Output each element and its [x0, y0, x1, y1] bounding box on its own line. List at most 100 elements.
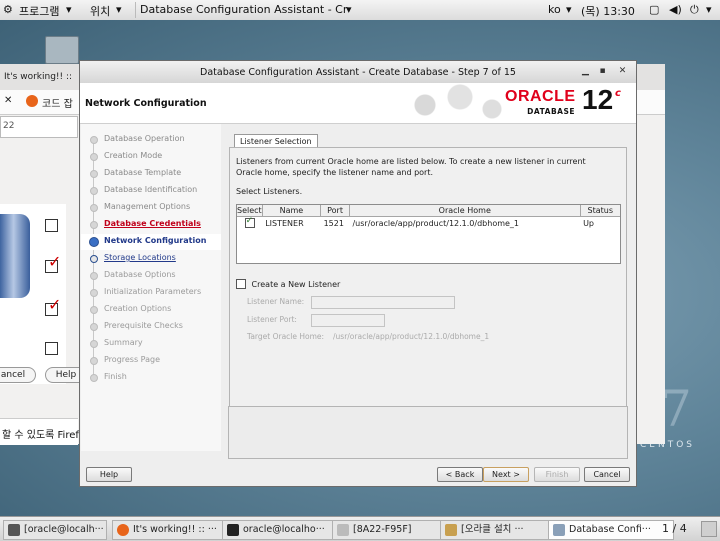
column-header-port[interactable]: Port — [320, 205, 350, 217]
taskbar-item-dbca[interactable]: Database Confi··· — [548, 520, 674, 540]
applications-chevron-icon[interactable]: ▾ — [66, 3, 72, 16]
column-header-name[interactable]: Name — [262, 205, 322, 217]
home-folder-icon[interactable] — [45, 36, 79, 64]
terminal-icon — [227, 524, 239, 536]
nav-step-label: Management Options — [104, 202, 191, 211]
column-header-status[interactable]: Status — [580, 205, 620, 217]
nav-step-label: Creation Options — [104, 304, 172, 313]
bg-cancel-button[interactable]: ancel — [0, 367, 36, 383]
taskbar-item-label: [오라클 설치 ··· — [461, 524, 524, 535]
power-icon[interactable]: ⏻ — [690, 3, 699, 17]
dialog-title: Database Configuration Assistant - Creat… — [200, 67, 516, 78]
nav-step-network-configuration[interactable]: Network Configuration — [81, 234, 221, 250]
step-indicator-icon — [90, 136, 98, 144]
listener-port-field[interactable] — [311, 314, 385, 327]
help-button[interactable]: Help — [86, 467, 132, 482]
taskbar-item-terminal[interactable]: [oracle@localh··· — [3, 520, 107, 540]
firefox-icon — [117, 524, 129, 536]
step-indicator-icon — [90, 374, 98, 382]
listener-name-field[interactable] — [311, 296, 455, 309]
workspace-pager[interactable]: 1 / 4 — [662, 522, 687, 535]
close-tab-icon[interactable]: ✕ — [4, 95, 12, 106]
nav-step-prerequisite-checks: Prerequisite Checks — [81, 319, 221, 335]
taskbar-item-browser[interactable]: It's working!! :: ··· — [112, 520, 228, 540]
dialog-titlebar[interactable]: Database Configuration Assistant - Creat… — [80, 61, 636, 84]
oracle-brand: ORACLE — [505, 88, 576, 105]
taskbar-item-label: [oracle@localh··· — [24, 524, 104, 535]
nav-step-summary: Summary — [81, 336, 221, 352]
taskbar-item-window[interactable]: [8A22-F95F] — [332, 520, 454, 540]
applications-menu[interactable]: 프로그램 — [19, 3, 59, 19]
nav-step-label: Database Options — [104, 270, 176, 279]
nav-step-database-options: Database Options — [81, 268, 221, 284]
create-new-listener-checkbox[interactable] — [236, 279, 246, 289]
message-panel — [228, 406, 628, 459]
nav-step-storage-locations[interactable]: Storage Locations — [81, 251, 221, 267]
illustration-checkbox-checked — [45, 295, 61, 316]
nav-step-label: Initialization Parameters — [104, 287, 202, 296]
nav-step-label: Network Configuration — [104, 236, 207, 245]
close-icon[interactable]: ✕ — [617, 66, 628, 77]
content-area: Listener Selection Listeners from curren… — [227, 124, 631, 452]
network-icon[interactable]: ▢ — [649, 3, 659, 16]
step-indicator-icon — [90, 306, 98, 314]
nav-step-database-operation[interactable]: Database Operation — [81, 132, 221, 148]
listener-select-checkbox[interactable] — [244, 216, 255, 228]
listener-description: Listeners from current Oracle home are l… — [236, 157, 586, 177]
nav-step-progress-page: Progress Page — [81, 353, 221, 369]
nav-step-label: Database Template — [104, 168, 182, 177]
apps-icon[interactable]: ⚙ — [3, 3, 13, 16]
finish-button[interactable]: Finish — [534, 467, 580, 482]
nav-step-database-credentials[interactable]: Database Credentials — [81, 217, 221, 233]
step-indicator-icon — [90, 323, 98, 331]
url-bar[interactable]: 22 — [0, 116, 78, 138]
column-header-select[interactable]: Select — [237, 205, 263, 217]
nav-step-creation-options: Creation Options — [81, 302, 221, 318]
nav-step-database-template[interactable]: Database Template — [81, 166, 221, 182]
show-desktop-icon[interactable] — [701, 521, 717, 537]
nav-step-label: Creation Mode — [104, 151, 163, 160]
nav-step-management-options[interactable]: Management Options — [81, 200, 221, 216]
step-title: Network Configuration — [85, 98, 207, 109]
column-header-oracle-home[interactable]: Oracle Home — [349, 205, 581, 217]
clock[interactable]: (목) 13:30 — [581, 3, 635, 19]
browser-tab-2[interactable]: 코드 잡 — [42, 95, 73, 110]
window-chevron-icon[interactable]: ▾ — [346, 3, 352, 16]
oracle-logo: ORACLE DATABASE — [505, 88, 575, 116]
database-cylinder-icon — [0, 214, 30, 298]
nav-step-database-identification[interactable]: Database Identification — [81, 183, 221, 199]
taskbar-item-label: Database Confi··· — [569, 524, 651, 535]
volume-icon[interactable]: ◀) — [669, 3, 682, 16]
power-chevron-icon[interactable]: ▾ — [706, 3, 712, 16]
back-button[interactable]: < Back — [437, 467, 483, 482]
minimize-icon[interactable]: ▁ — [580, 66, 591, 77]
nav-step-label: Database Credentials — [104, 219, 201, 228]
nav-step-creation-mode[interactable]: Creation Mode — [81, 149, 221, 165]
maximize-icon[interactable]: ▪ — [597, 66, 608, 77]
input-chevron-icon[interactable]: ▾ — [566, 3, 572, 16]
next-button[interactable]: Next > — [483, 467, 529, 482]
table-row[interactable]: LISTENER 1521 /usr/oracle/app/product/12… — [237, 216, 620, 230]
target-home-value: /usr/oracle/app/product/12.1.0/dbhome_1 — [333, 332, 490, 341]
step-indicator-icon — [90, 153, 98, 161]
steps-nav: Database Operation Creation Mode Database … — [81, 124, 221, 451]
select-listeners-label: Select Listeners. — [236, 187, 303, 196]
cancel-button[interactable]: Cancel — [584, 467, 630, 482]
places-chevron-icon[interactable]: ▾ — [116, 3, 122, 16]
input-method[interactable]: ko — [548, 3, 561, 16]
taskbar-item-editor[interactable]: [오라클 설치 ··· — [440, 520, 562, 540]
places-menu[interactable]: 위치 — [90, 3, 110, 19]
dbca-dialog: Database Configuration Assistant - Creat… — [79, 60, 637, 487]
taskbar-item-terminal-2[interactable]: oracle@localho··· — [222, 520, 344, 540]
create-new-listener[interactable]: Create a New Listener — [236, 279, 340, 289]
browser-tab-title[interactable]: It's working!! :: — [4, 72, 72, 82]
nav-step-label: Prerequisite Checks — [104, 321, 183, 330]
active-window-menu[interactable]: Database Configuration Assistant - Cr··· — [140, 3, 350, 16]
step-indicator-icon — [90, 187, 98, 195]
listener-name-label: Listener Name: — [247, 297, 305, 306]
nav-step-label: Database Operation — [104, 134, 185, 143]
version-suffix: c — [615, 88, 621, 99]
nav-step-initialization-parameters: Initialization Parameters — [81, 285, 221, 301]
tab-listener-selection[interactable]: Listener Selection — [234, 134, 318, 148]
nav-step-label: Storage Locations — [104, 253, 176, 262]
